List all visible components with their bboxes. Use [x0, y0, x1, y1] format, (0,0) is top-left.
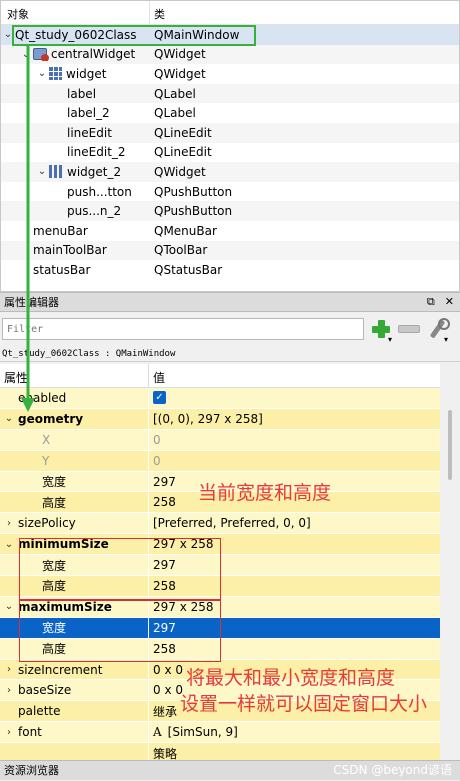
- property-name: sizePolicy: [18, 516, 76, 531]
- property-name: font: [18, 725, 42, 740]
- scrollbar-thumb[interactable]: [448, 410, 452, 480]
- annotation-arrow: [21, 46, 35, 412]
- property-value[interactable]: A [SimSun, 9]: [149, 725, 440, 739]
- property-name: baseSize: [18, 683, 72, 698]
- annotation-fix-note-line2: 设置一样就可以固定窗口大小: [180, 693, 428, 715]
- watermark: CSDN @beyond谚语: [333, 763, 452, 777]
- property-value-text: 258: [153, 495, 176, 510]
- collapse-arrow-icon[interactable]: ⌄: [0, 539, 18, 550]
- property-row[interactable]: › font A [SimSun, 9]: [0, 722, 440, 744]
- property-value-text: 0 x 0: [153, 683, 183, 698]
- property-name: Y: [42, 453, 50, 468]
- property-name: sizeIncrement: [18, 662, 103, 677]
- expand-arrow-icon[interactable]: ›: [0, 518, 18, 529]
- property-row[interactable]: 策略: [0, 743, 440, 760]
- property-value[interactable]: 0: [149, 433, 440, 447]
- property-name: X: [42, 432, 51, 447]
- annotation-fix-note-line1: 将最大和最小宽度和高度: [186, 667, 396, 689]
- vertical-scrollbar[interactable]: [440, 364, 460, 760]
- property-row[interactable]: X0: [0, 429, 440, 451]
- property-value-text: 0: [153, 432, 161, 447]
- property-name: 高度: [42, 495, 67, 510]
- collapse-arrow-icon[interactable]: ⌄: [0, 601, 18, 612]
- font-icon: A: [153, 725, 162, 740]
- annotation-box-minimumsize: [19, 538, 221, 600]
- property-value-text: [SimSun, 9]: [167, 725, 238, 740]
- expand-arrow-icon[interactable]: ›: [0, 727, 18, 738]
- property-value[interactable]: 策略: [149, 745, 440, 760]
- expand-arrow-icon[interactable]: ›: [0, 685, 18, 696]
- property-value-text: 297: [153, 474, 176, 489]
- property-name: 宽度: [42, 475, 67, 489]
- property-row[interactable]: › sizePolicy [Preferred, Preferred, 0, 0]: [0, 513, 440, 535]
- annotation-size-note: 当前宽度和高度: [198, 482, 332, 504]
- expand-arrow-icon[interactable]: ›: [0, 664, 18, 675]
- annotation-box-maximumsize: [19, 600, 221, 662]
- property-value-text: 0 x 0: [153, 662, 183, 677]
- property-name: palette: [18, 704, 61, 719]
- property-row[interactable]: Y0: [0, 450, 440, 472]
- property-value-text: 0: [153, 453, 161, 468]
- property-value-text: 策略: [153, 746, 178, 760]
- property-value[interactable]: [Preferred, Preferred, 0, 0]: [149, 516, 440, 530]
- property-value[interactable]: 0: [149, 454, 440, 468]
- property-value-text: [Preferred, Preferred, 0, 0]: [153, 516, 311, 531]
- property-value-text: 继承: [153, 704, 178, 719]
